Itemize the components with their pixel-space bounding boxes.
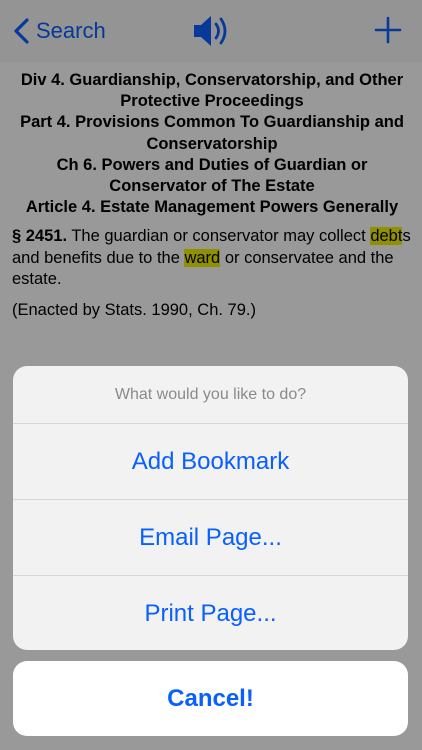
- action-sheet: What would you like to do? Add Bookmark …: [13, 366, 408, 650]
- cancel-button[interactable]: Cancel!: [13, 661, 408, 736]
- email-page-button[interactable]: Email Page...: [13, 500, 408, 576]
- print-page-button[interactable]: Print Page...: [13, 576, 408, 650]
- action-sheet-title: What would you like to do?: [13, 366, 408, 424]
- add-bookmark-button[interactable]: Add Bookmark: [13, 424, 408, 500]
